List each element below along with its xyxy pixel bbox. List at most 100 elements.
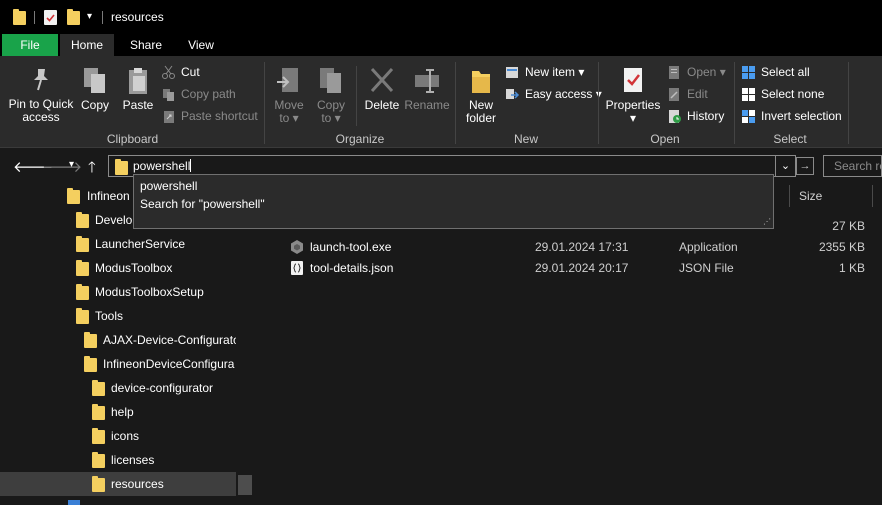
column-separator [872,185,873,207]
paste-shortcut-icon [164,111,174,123]
search-suggestion-item[interactable]: Search for "powershell" [140,197,265,211]
copy-to-icon [320,68,341,93]
nav-pane-scrollbar[interactable] [236,183,253,505]
file-size: 27 KB [832,219,865,233]
edit-icon [669,88,679,101]
ribbon-tabs: File Home Share View [0,34,882,56]
tree-item[interactable]: icons [0,424,236,448]
file-row[interactable]: launch-tool.exe 29.01.2024 17:31 Applica… [253,237,882,258]
tree-item-label: device-configurator [111,381,214,395]
copy-path-button[interactable]: Copy path [161,85,236,103]
move-to-icon [277,68,298,92]
pin-to-quick-access-button[interactable]: Pin to Quick access [6,66,76,124]
select-none-button[interactable]: Select none [741,85,824,103]
search-input[interactable]: Search re [834,159,882,173]
partial-tree-item-icon [68,500,80,505]
properties-button[interactable]: Properties ▾ [604,66,662,125]
rename-icon [415,69,439,93]
new-item-icon [506,67,518,78]
address-input[interactable]: powershell [133,159,192,173]
forward-arrow-icon[interactable]: 🡒 [42,157,82,176]
tab-view[interactable]: View [178,34,224,56]
nav-pane-scrollbar-thumb[interactable] [238,475,252,495]
paste-button[interactable]: Paste [119,66,157,112]
tree-item[interactable]: ModusToolbox [0,256,236,280]
paste-label: Paste [122,98,154,112]
tree-item[interactable]: ModusToolboxSetup [0,280,236,304]
new-folder-button[interactable]: New folder [461,66,501,125]
easy-access-button[interactable]: Easy access ▾ [505,85,602,103]
copy-to-label-2: to ▾ [321,111,341,125]
tab-share[interactable]: Share [122,34,170,56]
copy-label: Copy [80,98,109,112]
tree-item[interactable]: device-configurator [0,376,236,400]
cut-button[interactable]: Cut [161,63,200,81]
customize-quick-access-icon[interactable]: ▾ [87,11,92,22]
tree-item[interactable]: help [0,400,236,424]
separator [34,11,35,24]
separator [102,11,103,24]
file-size: 1 KB [838,261,865,275]
select-group-label: Select [773,132,807,146]
file-row[interactable]: tool-details.json 29.01.2024 20:17 JSON … [253,258,882,279]
window-title: resources [111,10,164,24]
invert-selection-button[interactable]: Invert selection [741,107,842,125]
move-to-button[interactable]: Move to ▾ [271,66,307,125]
paste-shortcut-button[interactable]: Paste shortcut [161,107,258,125]
tab-file[interactable]: File [2,34,58,56]
tree-item-label: help [111,405,134,419]
copy-button[interactable]: Copy [78,66,112,112]
folder-icon [84,356,97,372]
tree-item[interactable]: InfineonDeviceConfigura [0,352,236,376]
edit-button[interactable]: Edit [667,85,708,103]
tree-item-selected[interactable]: resources [0,472,236,496]
select-none-icon [742,88,755,101]
tree-item-label: ModusToolbox [95,261,173,275]
copy-to-button[interactable]: Copy to ▾ [313,66,349,125]
edit-label: Edit [687,87,708,101]
tree-item[interactable]: licenses [0,448,236,472]
open-label: Open [687,65,717,79]
easy-access-label: Easy access [525,87,593,101]
go-arrow-icon[interactable]: → [796,157,814,175]
delete-button[interactable]: Delete [362,66,402,112]
copy-to-label-2-text: to [321,111,332,125]
tree-item-label: AJAX-Device-Configurato [103,333,240,347]
open-button[interactable]: Open ▾ [667,63,726,81]
select-all-button[interactable]: Select all [741,63,810,81]
up-arrow-icon[interactable]: 🡑 [88,157,96,182]
tab-home[interactable]: Home [60,34,114,56]
scissors-icon [162,65,175,79]
history-button[interactable]: History [667,107,724,125]
open-group-label: Open [650,132,680,146]
search-box[interactable]: Search re [823,155,882,177]
properties-dropdown-icon: ▾ [629,111,637,125]
properties-icon [624,68,642,92]
tree-item[interactable]: LauncherService [0,232,236,256]
group-separator [848,62,849,144]
tree-item[interactable]: Tools [0,304,236,328]
column-header-size[interactable]: Size [799,183,822,210]
recent-locations-chevron-icon[interactable]: ▾ [69,159,74,170]
tree-item-label: Infineon [87,189,130,203]
new-folder-quick-icon[interactable] [67,9,80,25]
tree-item[interactable]: AJAX-Device-Configurato [0,328,240,352]
tree-item-label: InfineonDeviceConfigura [103,357,235,371]
delete-x-icon [370,67,394,93]
new-item-button[interactable]: New item ▾ [505,63,584,81]
tree-item-label: ModusToolboxSetup [95,285,204,299]
invert-selection-label: Invert selection [761,109,842,123]
properties-quick-icon[interactable] [44,10,57,25]
pin-icon [34,69,48,91]
resize-grip-icon[interactable]: ⋰ [763,217,771,226]
rename-button[interactable]: Rename [404,66,450,112]
suggestion-item[interactable]: powershell [140,179,197,193]
folder-icon [84,332,97,348]
address-dropdown-chevron-icon[interactable]: ⌄ [776,155,796,177]
copy-icon [84,68,105,93]
file-type: JSON File [679,261,734,275]
folder-icon [76,284,89,300]
easy-access-icon [506,89,520,99]
file-date: 29.01.2024 17:31 [535,240,629,254]
invert-selection-icon [742,110,755,123]
